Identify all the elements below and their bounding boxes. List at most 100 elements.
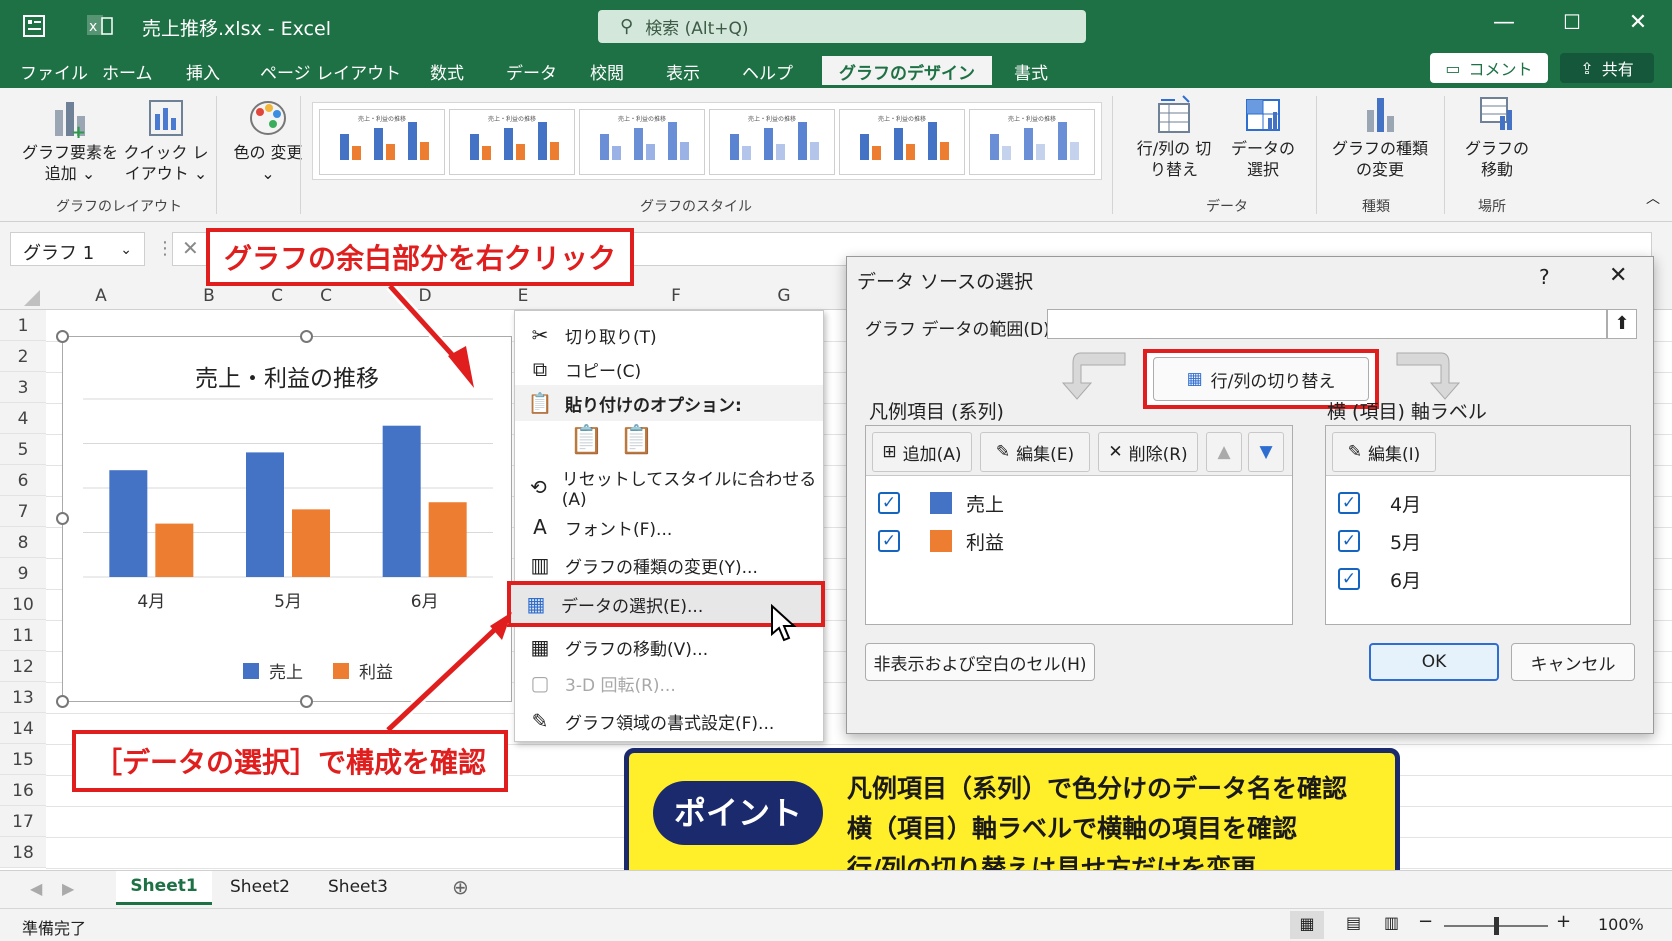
edit-axis-labels-button[interactable]: ✎ 編集(I)	[1332, 432, 1436, 472]
row-header[interactable]: 14	[0, 713, 46, 744]
chart-area[interactable]: 売上・利益の推移 4月 5月 6月 売上 利益	[62, 336, 512, 702]
bar-利益-4月[interactable]	[155, 523, 194, 577]
menu-item-cut[interactable]: ✂ 切り取り(T)	[515, 317, 823, 353]
sheet-tab[interactable]: Sheet2	[230, 877, 290, 897]
row-header[interactable]: 5	[0, 434, 46, 465]
select-all-corner[interactable]	[22, 288, 42, 308]
resize-handle[interactable]	[56, 695, 69, 708]
menu-item-copy[interactable]: ⧉ コピー(C)	[515, 351, 823, 387]
minimize-icon[interactable]: —	[1484, 10, 1524, 35]
bar-売上-4月[interactable]	[109, 470, 148, 577]
scroll-right-icon[interactable]: ▶	[62, 879, 74, 898]
page-break-view-icon[interactable]: ▥	[1384, 913, 1399, 932]
collapse-ribbon-icon[interactable]: ︿	[1646, 188, 1660, 208]
select-data-button[interactable]: データの 選択	[1222, 94, 1304, 180]
maximize-icon[interactable]: ☐	[1552, 10, 1592, 34]
move-down-icon[interactable]: ▼	[1248, 432, 1284, 472]
switch-row-column-button[interactable]: ▦ 行/列の切り替え	[1153, 357, 1369, 401]
paste-icon[interactable]: 📋	[569, 423, 604, 456]
tab-view[interactable]: 表示	[666, 59, 700, 84]
resize-handle[interactable]	[300, 330, 313, 343]
axis-item[interactable]: 4月	[1390, 490, 1421, 517]
row-header[interactable]: 12	[0, 651, 46, 682]
row-header[interactable]: 15	[0, 744, 46, 775]
tab-insert[interactable]: 挿入	[186, 59, 220, 84]
series-checkbox[interactable]: ✓	[878, 530, 900, 552]
row-header[interactable]: 9	[0, 558, 46, 589]
data-range-input[interactable]	[1047, 309, 1607, 339]
cancel-formula-icon[interactable]: ✕	[182, 236, 199, 260]
row-header[interactable]: 8	[0, 527, 46, 558]
resize-handle[interactable]	[56, 330, 69, 343]
help-icon[interactable]: ?	[1539, 265, 1550, 289]
sheet-tab-active[interactable]: Sheet1	[116, 871, 212, 905]
comment-button[interactable]: ▭ コメント	[1430, 53, 1548, 83]
column-header[interactable]: A	[46, 276, 156, 310]
edit-series-button[interactable]: ✎ 編集(E)	[980, 432, 1090, 472]
change-colors-button[interactable]: 色の 変更 ⌄	[230, 98, 306, 184]
tab-data[interactable]: データ	[506, 59, 557, 84]
bar-利益-5月[interactable]	[292, 509, 330, 577]
tab-page-layout[interactable]: ページ レイアウト	[260, 59, 401, 84]
row-header[interactable]: 2	[0, 341, 46, 372]
tab-review[interactable]: 校閲	[590, 59, 624, 84]
row-header[interactable]: 1	[0, 310, 46, 341]
close-window-icon[interactable]: ✕	[1618, 10, 1658, 35]
tab-chart-design[interactable]: グラフのデザイン	[822, 56, 992, 88]
row-header[interactable]: 6	[0, 465, 46, 496]
axis-item-checkbox[interactable]: ✓	[1338, 492, 1360, 514]
row-header[interactable]: 7	[0, 496, 46, 527]
delete-series-button[interactable]: ✕ 削除(R)	[1098, 432, 1198, 472]
row-header[interactable]: 4	[0, 403, 46, 434]
resize-handle[interactable]	[56, 512, 69, 525]
add-chart-element-button[interactable]: + グラフ要素を追加 ⌄	[22, 98, 118, 184]
share-button[interactable]: ⇪ 共有	[1560, 53, 1654, 83]
chart-style-5[interactable]: 売上・利益の推移	[839, 109, 965, 175]
axis-item[interactable]: 6月	[1390, 566, 1421, 593]
chart-style-1[interactable]: 売上・利益の推移	[319, 109, 445, 175]
column-header[interactable]: G	[732, 276, 836, 310]
cancel-button[interactable]: キャンセル	[1511, 643, 1635, 681]
bar-売上-6月[interactable]	[382, 425, 421, 577]
chart-style-4[interactable]: 売上・利益の推移	[709, 109, 835, 175]
row-header[interactable]: 17	[0, 806, 46, 837]
zoom-level[interactable]: 100%	[1598, 915, 1644, 934]
hidden-empty-cells-button[interactable]: 非表示および空白のセル(H)	[865, 643, 1095, 681]
collapse-range-icon[interactable]: ⬆	[1607, 309, 1637, 339]
series-name[interactable]: 売上	[966, 490, 1004, 517]
row-header[interactable]: 18	[0, 837, 46, 868]
page-layout-view-icon[interactable]: ▤	[1346, 913, 1361, 932]
name-box[interactable]: グラフ 1 ⌄	[10, 232, 145, 266]
change-chart-type-button[interactable]: グラフの種類 の変更	[1328, 94, 1432, 180]
paste-picture-icon[interactable]: 📋	[619, 423, 654, 456]
chart-styles-gallery[interactable]: 売上・利益の推移 売上・利益の推移 売上・利益の推移 売上・利益の推移 売上・利…	[312, 102, 1102, 180]
zoom-out-icon[interactable]: −	[1418, 911, 1433, 932]
scroll-left-icon[interactable]: ◀	[30, 879, 42, 898]
series-checkbox[interactable]: ✓	[878, 492, 900, 514]
zoom-in-icon[interactable]: +	[1556, 911, 1571, 932]
tab-formulas[interactable]: 数式	[430, 59, 464, 84]
tab-file[interactable]: ファイル	[20, 59, 88, 84]
ok-button[interactable]: OK	[1369, 643, 1499, 681]
menu-item-reset-style[interactable]: ⟲ リセットしてスタイルに合わせる(A)	[515, 469, 823, 510]
sheet-tab[interactable]: Sheet3	[328, 877, 388, 897]
add-series-button[interactable]: ⊞ 追加(A)	[872, 432, 972, 472]
row-header[interactable]: 3	[0, 372, 46, 403]
resize-handle[interactable]	[300, 695, 313, 708]
row-header[interactable]: 10	[0, 589, 46, 620]
switch-row-column-button[interactable]: 行/列の 切り替え	[1130, 94, 1218, 180]
bar-利益-6月[interactable]	[428, 502, 467, 577]
tab-help[interactable]: ヘルプ	[742, 59, 793, 84]
bar-売上-5月[interactable]	[246, 452, 284, 577]
chart-style-3[interactable]: 売上・利益の推移	[579, 109, 705, 175]
row-header[interactable]: 13	[0, 682, 46, 713]
series-name[interactable]: 利益	[966, 528, 1004, 555]
chart-plot[interactable]: 4月 5月 6月売上 利益	[63, 337, 513, 703]
row-header[interactable]: 16	[0, 775, 46, 806]
quick-layout-button[interactable]: クイック レイアウト ⌄	[120, 98, 212, 184]
axis-item-checkbox[interactable]: ✓	[1338, 530, 1360, 552]
axis-item-checkbox[interactable]: ✓	[1338, 568, 1360, 590]
zoom-slider-thumb[interactable]	[1494, 917, 1499, 935]
dialog-close-icon[interactable]: ✕	[1609, 263, 1627, 288]
chart-style-2[interactable]: 売上・利益の推移	[449, 109, 575, 175]
